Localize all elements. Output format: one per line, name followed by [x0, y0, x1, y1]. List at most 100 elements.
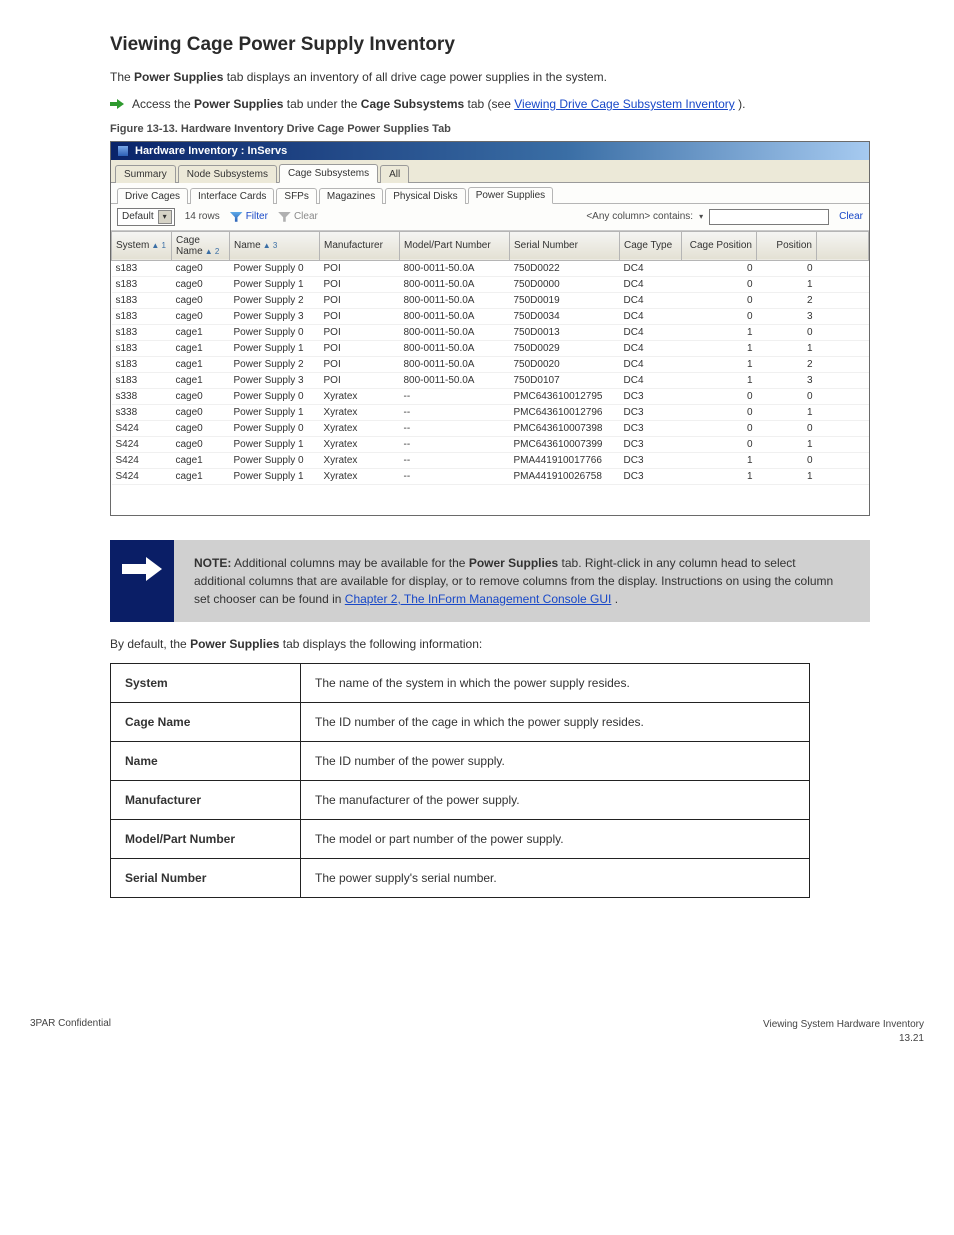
- cell-spacer: [817, 308, 869, 324]
- cell-name: Power Supply 1: [230, 468, 320, 484]
- cell-mfr: Xyratex: [320, 468, 400, 484]
- definitions-table: SystemThe name of the system in which th…: [110, 663, 810, 898]
- col-cage-type[interactable]: Cage Type: [620, 231, 682, 260]
- cell-model: --: [400, 388, 510, 404]
- cell-name: Power Supply 1: [230, 404, 320, 420]
- tab-all[interactable]: All: [380, 165, 409, 183]
- cell-cp: 0: [682, 404, 757, 420]
- subtab-sfps[interactable]: SFPs: [276, 188, 316, 204]
- clear-filter-label: Clear: [294, 211, 318, 222]
- cell-name: Power Supply 1: [230, 436, 320, 452]
- cell-name: Power Supply 0: [230, 388, 320, 404]
- step-suffix: tab (see: [468, 97, 515, 111]
- cell-model: --: [400, 420, 510, 436]
- table-row[interactable]: s183cage0Power Supply 3POI800-0011-50.0A…: [112, 308, 869, 324]
- col-model-part-number[interactable]: Model/Part Number: [400, 231, 510, 260]
- cell-model: 800-0011-50.0A: [400, 292, 510, 308]
- cell-serial: PMA441910017766: [510, 452, 620, 468]
- cell-pos: 0: [757, 388, 817, 404]
- table-row[interactable]: s183cage1Power Supply 3POI800-0011-50.0A…: [112, 372, 869, 388]
- cell-serial: PMA441910026758: [510, 468, 620, 484]
- cell-sys: S424: [112, 452, 172, 468]
- subtab-drive-cages[interactable]: Drive Cages: [117, 188, 188, 204]
- cell-type: DC4: [620, 292, 682, 308]
- tab-node-subsystems[interactable]: Node Subsystems: [178, 165, 277, 183]
- col-system[interactable]: System▲ 1: [112, 231, 172, 260]
- col-manufacturer[interactable]: Manufacturer: [320, 231, 400, 260]
- definition-row: ManufacturerThe manufacturer of the powe…: [111, 780, 810, 819]
- cell-cp: 0: [682, 436, 757, 452]
- table-row[interactable]: s183cage0Power Supply 0POI800-0011-50.0A…: [112, 260, 869, 276]
- filter-button[interactable]: Filter: [230, 211, 268, 222]
- cell-pos: 1: [757, 340, 817, 356]
- cell-cp: 0: [682, 388, 757, 404]
- table-row[interactable]: S424cage1Power Supply 0Xyratex--PMA44191…: [112, 452, 869, 468]
- col-cage-name[interactable]: Cage Name▲ 2: [172, 231, 230, 260]
- cell-cp: 0: [682, 420, 757, 436]
- definition-row: NameThe ID number of the power supply.: [111, 741, 810, 780]
- cell-sys: s338: [112, 404, 172, 420]
- footer-left: 3PAR Confidential: [30, 1018, 111, 1046]
- step-row: Access the Power Supplies tab under the …: [110, 96, 924, 113]
- cell-pos: 2: [757, 292, 817, 308]
- col-serial-number[interactable]: Serial Number: [510, 231, 620, 260]
- cell-sys: s183: [112, 340, 172, 356]
- table-row[interactable]: s183cage1Power Supply 0POI800-0011-50.0A…: [112, 324, 869, 340]
- cell-model: --: [400, 468, 510, 484]
- subtab-physical-disks[interactable]: Physical Disks: [385, 188, 465, 204]
- definition-desc: The power supply's serial number.: [301, 858, 810, 897]
- cell-model: 800-0011-50.0A: [400, 324, 510, 340]
- tab-summary[interactable]: Summary: [115, 165, 176, 183]
- cell-mfr: Xyratex: [320, 420, 400, 436]
- intro-paragraph: The Power Supplies tab displays an inven…: [110, 68, 840, 86]
- clear-filter-button[interactable]: Clear: [278, 211, 318, 222]
- window-icon: [117, 145, 129, 157]
- note-box: NOTE: Additional columns may be availabl…: [110, 540, 870, 622]
- note-link[interactable]: Chapter 2, The InForm Management Console…: [345, 592, 612, 606]
- table-row[interactable]: s338cage0Power Supply 0Xyratex--PMC64361…: [112, 388, 869, 404]
- step-link[interactable]: Viewing Drive Cage Subsystem Inventory: [514, 97, 735, 111]
- col-cage-position[interactable]: Cage Position: [682, 231, 757, 260]
- table-row[interactable]: s183cage0Power Supply 2POI800-0011-50.0A…: [112, 292, 869, 308]
- desc-suffix: tab displays the following information:: [283, 637, 482, 651]
- definition-desc: The ID number of the cage in which the p…: [301, 702, 810, 741]
- tab-cage-subsystems[interactable]: Cage Subsystems: [279, 164, 378, 183]
- col-name[interactable]: Name▲ 3: [230, 231, 320, 260]
- table-row[interactable]: s183cage1Power Supply 2POI800-0011-50.0A…: [112, 356, 869, 372]
- cell-cage: cage0: [172, 260, 230, 276]
- cell-cage: cage0: [172, 292, 230, 308]
- table-row[interactable]: S424cage1Power Supply 1Xyratex--PMA44191…: [112, 468, 869, 484]
- table-row[interactable]: s183cage1Power Supply 1POI800-0011-50.0A…: [112, 340, 869, 356]
- toolbar: Default 14 rows Filter Clear <Any column…: [111, 204, 869, 231]
- col-position[interactable]: Position: [757, 231, 817, 260]
- cell-serial: 750D0000: [510, 276, 620, 292]
- note-tab: Power Supplies: [469, 556, 558, 570]
- cell-name: Power Supply 1: [230, 276, 320, 292]
- table-row[interactable]: S424cage0Power Supply 1Xyratex--PMC64361…: [112, 436, 869, 452]
- row-count: 14 rows: [185, 211, 220, 222]
- cell-cp: 0: [682, 260, 757, 276]
- cell-spacer: [817, 452, 869, 468]
- cell-mfr: POI: [320, 372, 400, 388]
- cell-mfr: POI: [320, 340, 400, 356]
- table-row[interactable]: s183cage0Power Supply 1POI800-0011-50.0A…: [112, 276, 869, 292]
- page-title: Viewing Cage Power Supply Inventory: [110, 34, 924, 56]
- cell-name: Power Supply 0: [230, 420, 320, 436]
- subtab-magazines[interactable]: Magazines: [319, 188, 383, 204]
- arrow-right-icon: [110, 98, 124, 110]
- table-row[interactable]: s338cage0Power Supply 1Xyratex--PMC64361…: [112, 404, 869, 420]
- table-row[interactable]: S424cage0Power Supply 0Xyratex--PMC64361…: [112, 420, 869, 436]
- anycolumn-input[interactable]: [709, 209, 829, 225]
- view-select[interactable]: Default: [117, 208, 175, 226]
- note-lead: NOTE:: [194, 556, 231, 570]
- desc-lead: By default, the Power Supplies tab displ…: [110, 636, 840, 653]
- subtab-power-supplies[interactable]: Power Supplies: [468, 187, 553, 204]
- cell-sys: s183: [112, 324, 172, 340]
- cell-cp: 0: [682, 292, 757, 308]
- chevron-down-icon[interactable]: ▾: [699, 212, 703, 221]
- cell-spacer: [817, 292, 869, 308]
- cell-type: DC4: [620, 372, 682, 388]
- clear-link[interactable]: Clear: [839, 211, 863, 222]
- subtab-interface-cards[interactable]: Interface Cards: [190, 188, 274, 204]
- step-prefix: Access the: [132, 97, 194, 111]
